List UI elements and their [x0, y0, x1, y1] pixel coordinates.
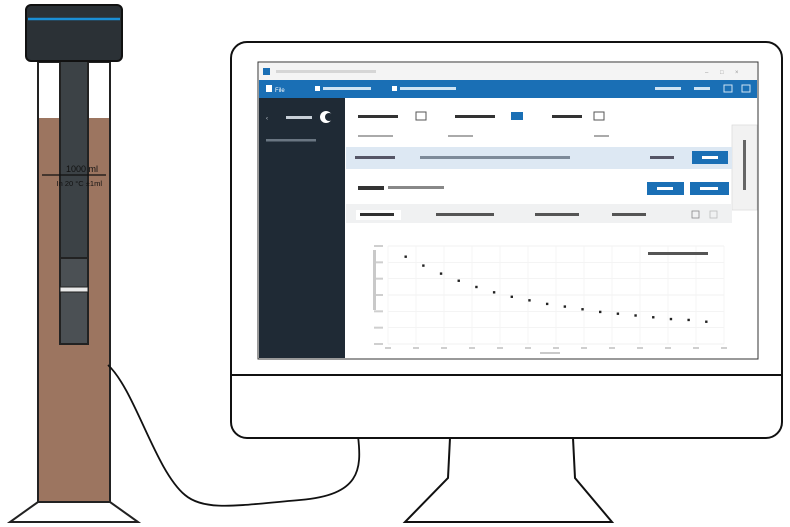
monitor-stand: [402, 437, 615, 523]
data-point: [634, 314, 637, 317]
app-icon: [263, 68, 270, 75]
data-point: [422, 264, 425, 267]
close-icon[interactable]: ×: [735, 70, 739, 76]
sidebar-subtitle: [266, 139, 316, 142]
sidebar: [259, 98, 345, 358]
graduated-cylinder: 1000 ml In 20 °C ±1ml: [6, 4, 142, 523]
data-point: [545, 302, 549, 306]
y-axis-label: [373, 250, 376, 310]
right-side-tab-label: [743, 140, 746, 190]
data-point: [599, 310, 602, 314]
chart-background: [346, 225, 732, 358]
x-tick-label: [441, 347, 447, 349]
x-tick-label: [525, 347, 531, 349]
y-tick-label: [374, 343, 383, 345]
x-tick-label: [553, 347, 559, 349]
x-tick-label: [581, 347, 587, 349]
volume-label: 1000 ml: [66, 164, 98, 174]
probe-tip: [59, 257, 89, 345]
action-button-1-label: [657, 187, 673, 190]
scene: 1000 ml In 20 °C ±1ml – □ × File ‹: [6, 4, 783, 523]
action-button-2-label: [700, 187, 718, 190]
data-point: [404, 255, 407, 258]
tab-4-label[interactable]: [612, 213, 646, 216]
chart-legend: [648, 252, 708, 255]
field-sub-1: [358, 135, 393, 137]
chart: [346, 225, 732, 358]
message-label: [355, 156, 395, 159]
toggle-knob: [325, 113, 333, 121]
field-label-2: [455, 115, 495, 118]
x-tick-label: [665, 347, 671, 349]
menu-icon-a: [315, 86, 320, 91]
x-tick-label: [637, 347, 643, 349]
field-sub-3: [594, 135, 609, 137]
x-tick-label: [693, 347, 699, 349]
files-menu[interactable]: File: [275, 88, 285, 94]
menu-item-b[interactable]: [400, 87, 456, 90]
y-tick-label: [374, 310, 383, 313]
files-icon: [266, 85, 272, 92]
section-subtitle: [388, 186, 444, 189]
data-point: [528, 299, 531, 302]
data-point: [581, 308, 584, 311]
toolbar-right-item-b[interactable]: [694, 87, 710, 90]
data-point: [687, 318, 690, 322]
x-tick-label: [385, 347, 391, 349]
data-point: [439, 272, 443, 275]
data-point: [705, 320, 708, 323]
data-point: [475, 285, 478, 289]
cylinder-cap: [25, 4, 123, 62]
data-point: [457, 279, 460, 282]
x-tick-label: [609, 347, 615, 349]
field-label-1: [358, 115, 398, 118]
cylinder-base: [6, 501, 142, 523]
sidebar-title: [286, 116, 312, 119]
toolbar-right-item-a[interactable]: [655, 87, 681, 90]
tab-1-label: [360, 213, 394, 216]
data-point: [616, 312, 620, 315]
y-tick-label: [374, 245, 383, 247]
field-box-2[interactable]: [511, 112, 523, 120]
section-title: [358, 186, 384, 190]
message-date: [650, 156, 674, 159]
menu-icon-b: [392, 86, 397, 91]
data-point: [669, 317, 673, 321]
menu-item-a[interactable]: [323, 87, 371, 90]
window-title-text: [276, 70, 376, 73]
message-text: [420, 156, 570, 159]
software-window: – □ × File ‹: [257, 61, 759, 360]
data-point: [510, 295, 513, 298]
probe-band: [59, 286, 89, 293]
x-axis-label: [540, 352, 560, 354]
field-label-3: [552, 115, 582, 118]
data-point: [492, 291, 496, 294]
x-tick-label: [721, 347, 727, 349]
y-tick-label: [374, 326, 383, 329]
calibration-label: In 20 °C ±1ml: [57, 179, 103, 188]
x-tick-label: [497, 347, 503, 349]
tab-3-label[interactable]: [535, 213, 579, 216]
field-sub-2: [448, 135, 473, 137]
tab-2-label[interactable]: [436, 213, 494, 216]
maximize-icon[interactable]: □: [720, 70, 724, 76]
data-point: [563, 305, 567, 308]
x-tick-label: [469, 347, 475, 349]
x-tick-label: [413, 347, 419, 349]
data-point: [652, 316, 655, 319]
back-icon[interactable]: ‹: [266, 116, 268, 122]
message-button-label: [702, 156, 718, 159]
